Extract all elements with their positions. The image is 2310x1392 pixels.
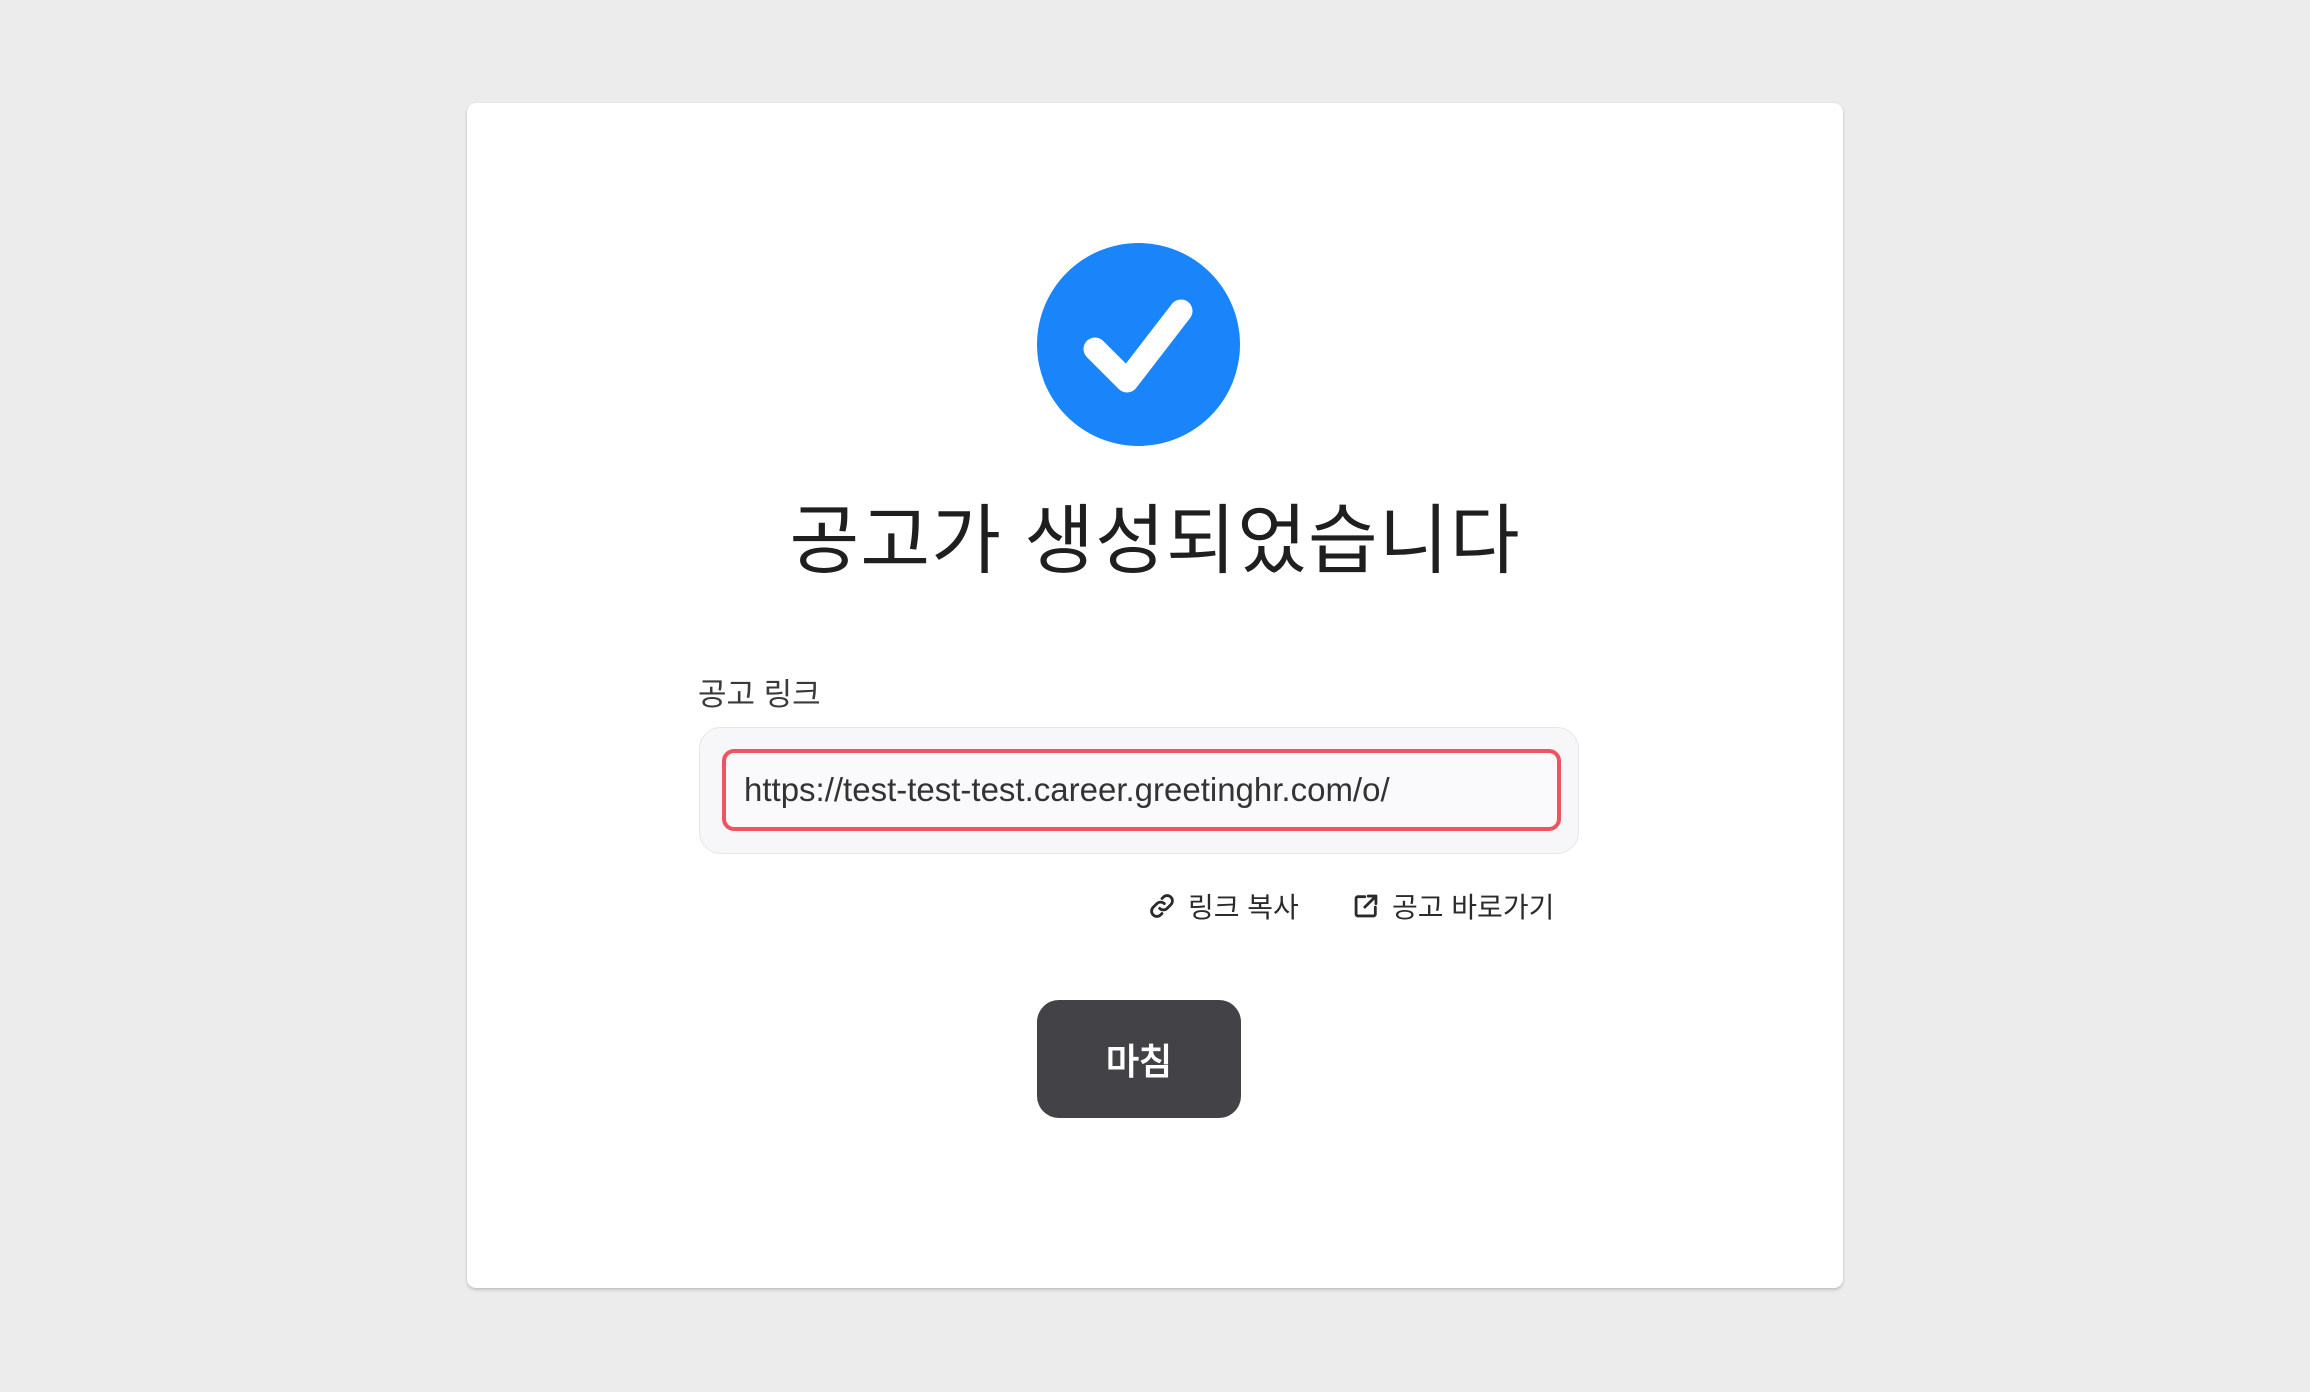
posting-link-input[interactable] [722, 749, 1561, 831]
link-icon [1150, 894, 1174, 918]
copy-link-button[interactable]: 링크 복사 [1148, 886, 1299, 926]
finish-button[interactable]: 마침 [1037, 1000, 1241, 1118]
copy-link-label: 링크 복사 [1188, 892, 1299, 923]
external-link-icon [1354, 894, 1378, 918]
link-field-label: 공고 링크 [698, 677, 821, 712]
open-posting-label: 공고 바로가기 [1392, 892, 1555, 923]
modal-title: 공고가 생성되었습니다 [789, 499, 1521, 584]
check-circle-icon [1037, 243, 1240, 446]
open-posting-button[interactable]: 공고 바로가기 [1352, 886, 1554, 926]
link-field-container [699, 727, 1579, 854]
